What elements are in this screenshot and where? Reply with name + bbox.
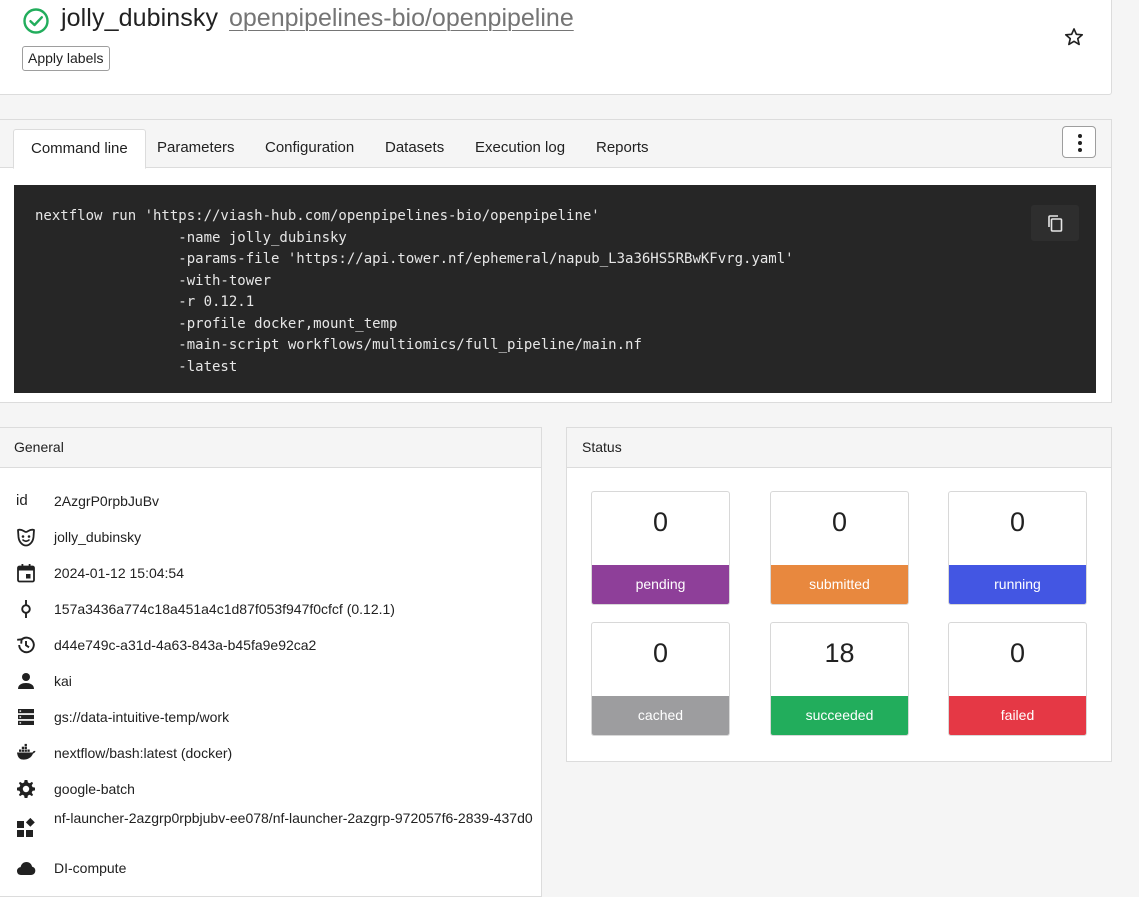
- command-line: -with-tower: [35, 272, 272, 289]
- container-image: nextflow/bash:latest (docker): [54, 745, 233, 761]
- general-title: General: [14, 439, 64, 455]
- commit-icon: [21, 600, 31, 618]
- tab-command-line[interactable]: Command line: [13, 129, 146, 169]
- commit-hash: 157a3436a774c18a451a4c1d87f053f947f0cfcf…: [54, 601, 395, 617]
- tab-execution-log[interactable]: Execution log: [458, 129, 582, 168]
- run-name-value: jolly_dubinsky: [54, 529, 142, 545]
- command-line: -name jolly_dubinsky: [35, 229, 347, 246]
- tab-parameters[interactable]: Parameters: [140, 129, 252, 168]
- launcher-id: nf-launcher-2azgrp0rpbjubv-ee078/nf-laun…: [54, 810, 533, 826]
- cloud-icon: [17, 862, 36, 875]
- general-panel-header: General: [0, 428, 541, 468]
- pipeline-link[interactable]: openpipelines-bio/openpipeline: [229, 4, 574, 33]
- star-icon[interactable]: [1063, 26, 1085, 48]
- status-succeeded-box: 18 succeeded: [770, 622, 909, 736]
- tab-datasets[interactable]: Datasets: [368, 129, 461, 168]
- status-title: Status: [582, 439, 622, 455]
- more-options-button[interactable]: [1062, 126, 1096, 158]
- work-dir: gs://data-intuitive-temp/work: [54, 709, 230, 725]
- status-submitted-box: 0 submitted: [770, 491, 909, 605]
- status-cached-label: cached: [592, 696, 729, 735]
- status-running-count: 0: [1009, 507, 1026, 537]
- executor: google-batch: [54, 781, 135, 797]
- id-icon: id: [16, 492, 28, 509]
- user-icon: [18, 673, 34, 689]
- run-name: jolly_dubinsky: [61, 4, 219, 32]
- status-panel-header: Status: [567, 428, 1111, 468]
- status-submitted-count: 0: [831, 507, 848, 537]
- status-submitted-label: submitted: [771, 565, 908, 604]
- command-line: -params-file 'https://api.tower.nf/ephem…: [35, 251, 794, 267]
- tabs-bar: Command line Parameters Configuration Da…: [0, 120, 1111, 169]
- status-failed-box: 0 failed: [948, 622, 1087, 736]
- copy-icon: [1048, 215, 1063, 232]
- tab-reports[interactable]: Reports: [579, 129, 666, 168]
- status-cached-count: 0: [652, 638, 669, 668]
- check-circle-icon: [23, 8, 49, 34]
- user-name: kai: [54, 673, 72, 689]
- status-running-label: running: [949, 565, 1086, 604]
- command-line: nextflow run 'https://viash-hub.com/open…: [35, 208, 600, 224]
- command-line: -r 0.12.1: [35, 294, 255, 310]
- mask-icon: [17, 528, 35, 547]
- status-panel: Status 0 pending 0 submitted 0 running 0…: [566, 427, 1112, 762]
- apply-labels-button[interactable]: Apply labels: [22, 46, 110, 71]
- session-id: d44e749c-a31d-4a63-843a-b45fa9e92ca2: [54, 637, 317, 653]
- docker-icon: [17, 743, 36, 760]
- status-cached-box: 0 cached: [591, 622, 730, 736]
- status-failed-count: 0: [1009, 638, 1026, 668]
- copy-button[interactable]: [1031, 205, 1079, 241]
- status-pending-count: 0: [652, 507, 669, 537]
- kebab-icon: [1078, 134, 1082, 138]
- run-id: 2AzgrP0rpbJuBv: [54, 493, 160, 509]
- run-header: jolly_dubinsky openpipelines-bio/openpip…: [0, 0, 1112, 95]
- general-panel: General id 2AzgrP0rpbJuBv jolly_dubinsky…: [0, 427, 542, 897]
- widgets-icon: [17, 818, 35, 837]
- compute-env: DI-compute: [54, 860, 127, 876]
- command-line: -latest: [35, 358, 238, 375]
- command-line: -profile docker,mount_temp: [35, 315, 398, 332]
- storage-icon: [18, 709, 34, 725]
- status-running-box: 0 running: [948, 491, 1087, 605]
- status-succeeded-count: 18: [824, 638, 855, 668]
- tab-configuration[interactable]: Configuration: [248, 129, 371, 168]
- history-icon: [17, 636, 35, 654]
- command-line: -main-script workflows/multiomics/full_p…: [35, 337, 642, 353]
- command-line-block: nextflow run 'https://viash-hub.com/open…: [14, 185, 1096, 393]
- gear-icon: [17, 780, 35, 798]
- status-succeeded-label: succeeded: [771, 696, 908, 735]
- calendar-icon: [17, 564, 35, 583]
- status-failed-label: failed: [949, 696, 1086, 735]
- start-date: 2024-01-12 15:04:54: [54, 565, 184, 581]
- status-pending-box: 0 pending: [591, 491, 730, 605]
- status-pending-label: pending: [592, 565, 729, 604]
- run-details-tabs-panel: Command line Parameters Configuration Da…: [0, 119, 1112, 403]
